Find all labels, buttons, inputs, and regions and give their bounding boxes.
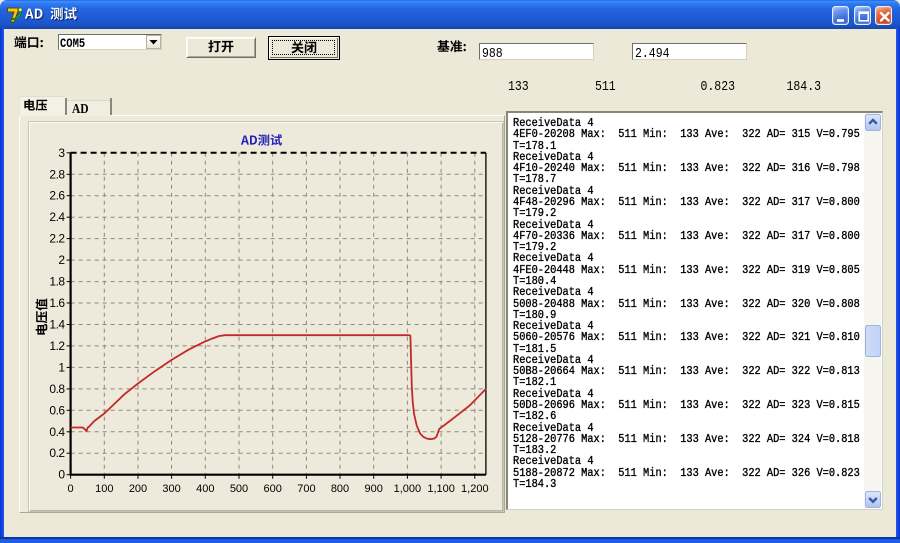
- svg-text:2.4: 2.4: [49, 210, 65, 224]
- svg-text:2.6: 2.6: [49, 189, 65, 203]
- svg-text:3: 3: [58, 146, 65, 160]
- svg-text:400: 400: [196, 483, 214, 495]
- svg-text:1,000: 1,000: [394, 483, 422, 495]
- svg-text:2.2: 2.2: [49, 232, 65, 246]
- svg-text:1: 1: [58, 360, 65, 374]
- svg-text:1.6: 1.6: [49, 296, 65, 310]
- svg-text:0.6: 0.6: [49, 403, 65, 417]
- svg-text:1,200: 1,200: [461, 483, 489, 495]
- svg-text:1.4: 1.4: [49, 318, 65, 332]
- svg-text:2: 2: [58, 253, 65, 267]
- svg-text:800: 800: [331, 483, 349, 495]
- svg-text:1,100: 1,100: [427, 483, 455, 495]
- svg-text:100: 100: [95, 483, 113, 495]
- svg-text:0: 0: [68, 483, 74, 495]
- svg-text:0: 0: [58, 468, 65, 482]
- svg-text:0.8: 0.8: [49, 382, 65, 396]
- svg-text:500: 500: [230, 483, 248, 495]
- svg-text:600: 600: [264, 483, 282, 495]
- svg-text:300: 300: [162, 483, 180, 495]
- svg-text:1.8: 1.8: [49, 275, 65, 289]
- svg-text:2.8: 2.8: [49, 167, 65, 181]
- svg-text:200: 200: [129, 483, 147, 495]
- svg-text:900: 900: [365, 483, 383, 495]
- svg-text:0.2: 0.2: [49, 446, 65, 460]
- svg-text:0.4: 0.4: [49, 425, 65, 439]
- svg-text:1.2: 1.2: [49, 339, 65, 353]
- svg-text:700: 700: [297, 483, 315, 495]
